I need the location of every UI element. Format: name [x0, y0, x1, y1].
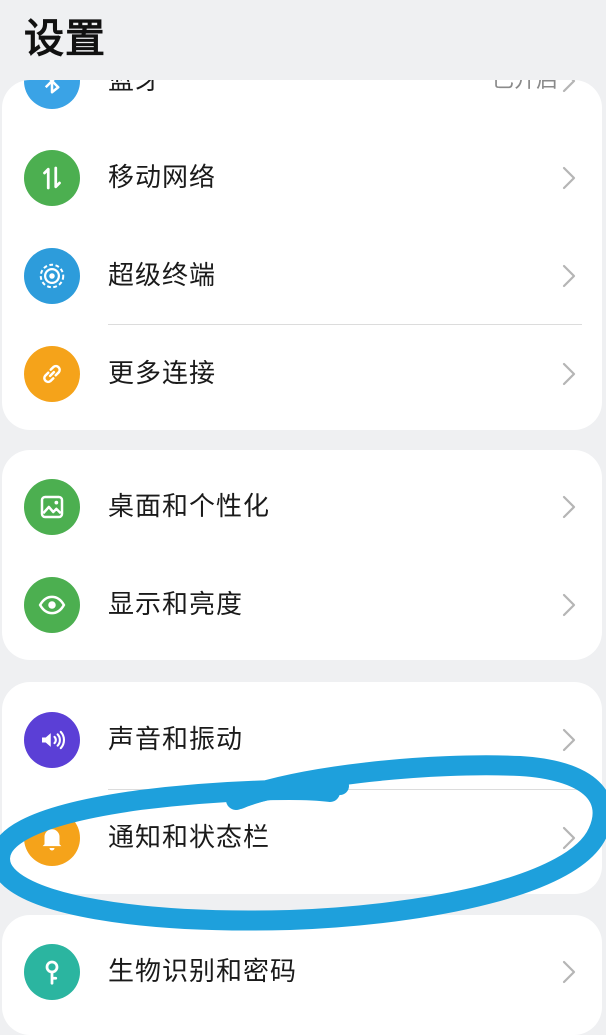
- settings-item-sound-vibration[interactable]: 声音和振动: [2, 691, 602, 789]
- settings-item-label: 声音和振动: [108, 725, 244, 755]
- chevron-right-icon: [558, 80, 580, 94]
- settings-item-super-device[interactable]: 超级终端: [2, 227, 602, 325]
- settings-item-label: 移动网络: [108, 163, 217, 193]
- chevron-right-icon: [558, 825, 580, 851]
- bluetooth-icon: [24, 80, 80, 109]
- chevron-right-icon: [558, 959, 580, 985]
- settings-item-more-connections[interactable]: 更多连接: [2, 325, 602, 423]
- bluetooth-status: 已开启: [491, 80, 558, 93]
- settings-item-bluetooth[interactable]: 蓝牙 已开启: [2, 80, 602, 130]
- chevron-right-icon: [558, 494, 580, 520]
- settings-item-biometrics-password[interactable]: 生物识别和密码: [2, 923, 602, 1021]
- settings-item-label: 显示和亮度: [108, 590, 244, 620]
- settings-item-label: 生物识别和密码: [108, 957, 298, 987]
- settings-item-label: 桌面和个性化: [108, 492, 271, 522]
- page-title: 设置: [24, 16, 106, 62]
- settings-group-display: 桌面和个性化 显示和亮度: [2, 450, 602, 660]
- settings-group-sound-notifications: 声音和振动 通知和状态栏: [2, 682, 602, 894]
- settings-group-security: 生物识别和密码: [2, 915, 602, 1035]
- settings-item-label: 蓝牙: [108, 80, 163, 96]
- mobile-network-icon: [24, 150, 80, 206]
- super-device-icon: [24, 248, 80, 304]
- chevron-right-icon: [558, 263, 580, 289]
- chevron-right-icon: [558, 165, 580, 191]
- key-icon: [24, 944, 80, 1000]
- settings-item-notifications-status-bar[interactable]: 通知和状态栏: [2, 789, 602, 887]
- settings-item-mobile-network[interactable]: 移动网络: [2, 129, 602, 227]
- settings-item-display-brightness[interactable]: 显示和亮度: [2, 556, 602, 654]
- wallpaper-icon: [24, 479, 80, 535]
- bell-icon: [24, 810, 80, 866]
- settings-item-label: 通知和状态栏: [108, 823, 271, 853]
- chevron-right-icon: [558, 592, 580, 618]
- eye-icon: [24, 577, 80, 633]
- chevron-right-icon: [558, 361, 580, 387]
- settings-group-connectivity: 蓝牙 已开启 移动网络 超级终端 更多连接: [2, 80, 602, 430]
- settings-item-label: 更多连接: [108, 359, 217, 389]
- chevron-right-icon: [558, 727, 580, 753]
- speaker-icon: [24, 712, 80, 768]
- settings-item-label: 超级终端: [108, 261, 217, 291]
- link-icon: [24, 346, 80, 402]
- settings-item-home-screen[interactable]: 桌面和个性化: [2, 458, 602, 556]
